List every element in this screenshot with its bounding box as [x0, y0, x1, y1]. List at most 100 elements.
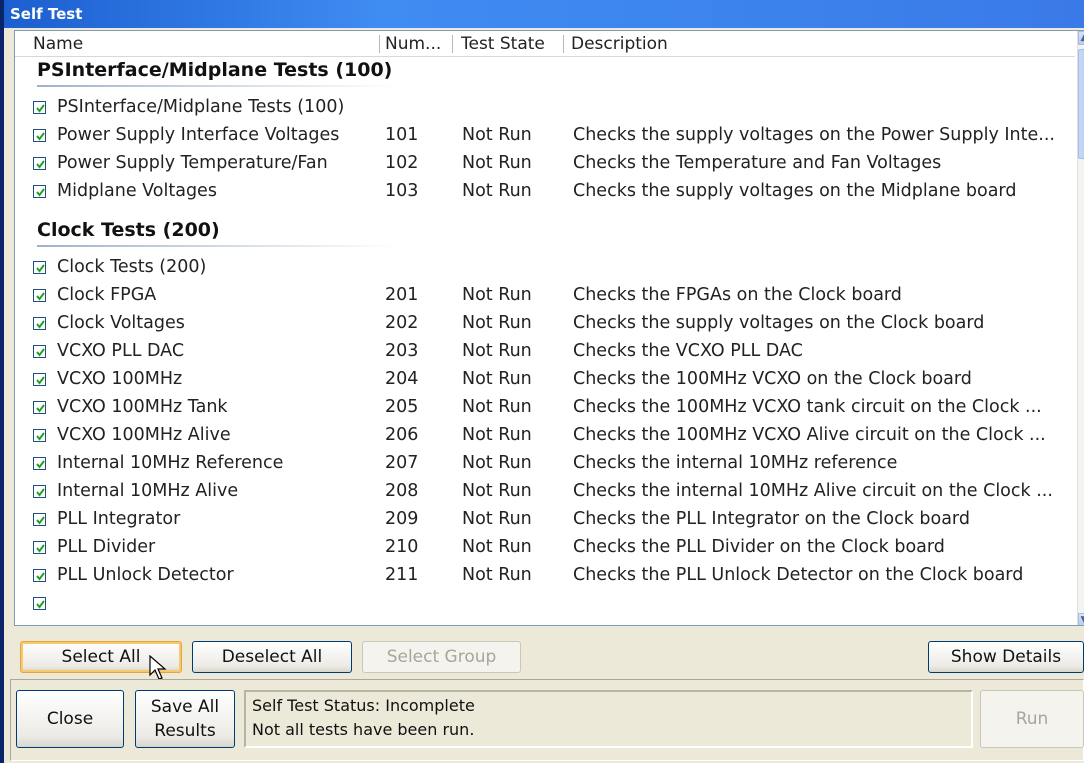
row-description: Checks the PLL Integrator on the Clock b… — [573, 509, 970, 529]
table-row[interactable]: Power Supply Temperature/Fan 102 Not Run… — [15, 149, 1075, 177]
group-header: PSInterface/Midplane Tests (100) — [37, 53, 397, 87]
row-name: VCXO 100MHz Alive — [57, 425, 231, 445]
select-group-button[interactable]: Select Group — [362, 641, 521, 673]
checkbox-checked-icon[interactable] — [33, 513, 46, 526]
row-state: Not Run — [462, 181, 532, 201]
checkbox-checked-icon[interactable] — [33, 541, 46, 554]
row-num: 209 — [385, 509, 419, 529]
row-num: 101 — [385, 125, 419, 145]
table-row[interactable]: PLL Divider 210 Not Run Checks the PLL D… — [15, 533, 1075, 561]
row-name: VCXO 100MHz — [57, 369, 183, 389]
column-test-state[interactable]: Test State — [461, 31, 545, 57]
scroll-up-arrow-icon[interactable]: ▲ — [1078, 31, 1084, 45]
row-state: Not Run — [462, 537, 532, 557]
row-description: Checks the VCXO PLL DAC — [573, 341, 803, 361]
table-row[interactable]: Internal 10MHz Reference 207 Not Run Che… — [15, 449, 1075, 477]
row-state: Not Run — [462, 509, 532, 529]
row-name: VCXO 100MHz Tank — [57, 397, 228, 417]
row-num: 204 — [385, 369, 419, 389]
row-state: Not Run — [462, 341, 532, 361]
row-description: Checks the PLL Divider on the Clock boar… — [573, 537, 945, 557]
rows-container: PSInterface/Midplane Tests (100) PSInter… — [15, 53, 1075, 625]
row-description: Checks the 100MHz VCXO on the Clock boar… — [573, 369, 972, 389]
table-row[interactable]: VCXO PLL DAC 203 Not Run Checks the VCXO… — [15, 337, 1075, 365]
row-state: Not Run — [462, 285, 532, 305]
test-list[interactable]: Name Num... Test State Description PSInt… — [14, 30, 1084, 626]
status-box: Self Test Status: Incomplete Not all tes… — [244, 690, 973, 748]
list-item[interactable]: PSInterface/Midplane Tests (100) — [15, 93, 1075, 121]
row-description: Checks the supply voltages on the Power … — [573, 125, 1055, 145]
scroll-down-arrow-icon[interactable]: ▼ — [1078, 613, 1084, 625]
checkbox-checked-icon[interactable] — [33, 485, 46, 498]
row-description: Checks the supply voltages on the Clock … — [573, 313, 985, 333]
checkbox-checked-icon[interactable] — [33, 429, 46, 442]
row-name: Internal 10MHz Alive — [57, 481, 239, 501]
row-name: Clock FPGA — [57, 285, 157, 305]
row-description: Checks the PLL Unlock Detector on the Cl… — [573, 565, 1024, 585]
table-row[interactable]: Midplane Voltages 103 Not Run Checks the… — [15, 177, 1075, 205]
row-state: Not Run — [462, 453, 532, 473]
checkbox-checked-icon[interactable] — [33, 317, 46, 330]
close-button[interactable]: Close — [16, 690, 124, 748]
checkbox-checked-icon[interactable] — [33, 345, 46, 358]
row-name: PLL Integrator — [57, 509, 181, 529]
row-name: PSInterface/Midplane Tests (100) — [57, 97, 345, 117]
checkbox-checked-icon[interactable] — [33, 101, 46, 114]
checkbox-checked-icon[interactable] — [33, 373, 46, 386]
column-separator[interactable] — [452, 35, 453, 53]
row-name: Power Supply Interface Voltages — [57, 125, 340, 145]
column-description[interactable]: Description — [571, 31, 668, 57]
checkbox-checked-icon[interactable] — [33, 261, 46, 274]
checkbox-checked-icon[interactable] — [33, 185, 46, 198]
vertical-scrollbar[interactable]: ▲ ▼ — [1077, 31, 1084, 625]
checkbox-checked-icon[interactable] — [33, 457, 46, 470]
run-button[interactable]: Run — [980, 690, 1084, 748]
show-details-button[interactable]: Show Details — [928, 641, 1084, 673]
status-line-1: Self Test Status: Incomplete — [252, 696, 475, 715]
table-row[interactable]: VCXO 100MHz Alive 206 Not Run Checks the… — [15, 421, 1075, 449]
row-num: 102 — [385, 153, 419, 173]
table-row[interactable]: Internal 10MHz Alive 208 Not Run Checks … — [15, 477, 1075, 505]
list-item[interactable]: Clock Tests (200) — [15, 253, 1075, 281]
save-all-label-line2: Results — [154, 721, 216, 741]
row-state: Not Run — [462, 565, 532, 585]
checkbox-checked-icon[interactable] — [33, 401, 46, 414]
table-row[interactable]: Power Supply Interface Voltages 101 Not … — [15, 121, 1075, 149]
row-description: Checks the 100MHz VCXO Alive circuit on … — [573, 425, 1046, 445]
checkbox-checked-icon[interactable] — [33, 157, 46, 170]
row-name: VCXO PLL DAC — [57, 341, 185, 361]
checkbox-checked-icon[interactable] — [33, 289, 46, 302]
row-state: Not Run — [462, 481, 532, 501]
table-row[interactable] — [15, 589, 1075, 617]
row-description: Checks the Temperature and Fan Voltages — [573, 153, 942, 173]
table-row[interactable]: Clock Voltages 202 Not Run Checks the su… — [15, 309, 1075, 337]
row-num: 201 — [385, 285, 419, 305]
self-test-window: Self Test Name Num... Test State Descrip… — [0, 0, 1084, 763]
checkbox-checked-icon[interactable] — [33, 569, 46, 582]
table-row[interactable]: PLL Integrator 209 Not Run Checks the PL… — [15, 505, 1075, 533]
row-name: Internal 10MHz Reference — [57, 453, 284, 473]
row-description: Checks the internal 10MHz Alive circuit … — [573, 481, 1053, 501]
row-name: PLL Unlock Detector — [57, 565, 234, 585]
row-num: 206 — [385, 425, 419, 445]
row-name: Clock Tests (200) — [57, 257, 207, 277]
table-row[interactable]: Clock FPGA 201 Not Run Checks the FPGAs … — [15, 281, 1075, 309]
checkbox-checked-icon[interactable] — [33, 597, 46, 610]
window-title: Self Test — [4, 0, 1084, 28]
scroll-thumb[interactable] — [1078, 49, 1084, 159]
table-row[interactable]: VCXO 100MHz Tank 205 Not Run Checks the … — [15, 393, 1075, 421]
checkbox-checked-icon[interactable] — [33, 129, 46, 142]
row-state: Not Run — [462, 313, 532, 333]
row-description: Checks the supply voltages on the Midpla… — [573, 181, 1017, 201]
row-state: Not Run — [462, 369, 532, 389]
row-num: 207 — [385, 453, 419, 473]
deselect-all-button[interactable]: Deselect All — [192, 641, 352, 673]
row-name: Midplane Voltages — [57, 181, 217, 201]
table-row[interactable]: PLL Unlock Detector 211 Not Run Checks t… — [15, 561, 1075, 589]
save-all-results-button[interactable]: Save All Results — [135, 690, 235, 748]
column-separator[interactable] — [379, 35, 380, 53]
row-num: 210 — [385, 537, 419, 557]
column-separator[interactable] — [563, 35, 564, 53]
row-num: 205 — [385, 397, 419, 417]
table-row[interactable]: VCXO 100MHz 204 Not Run Checks the 100MH… — [15, 365, 1075, 393]
